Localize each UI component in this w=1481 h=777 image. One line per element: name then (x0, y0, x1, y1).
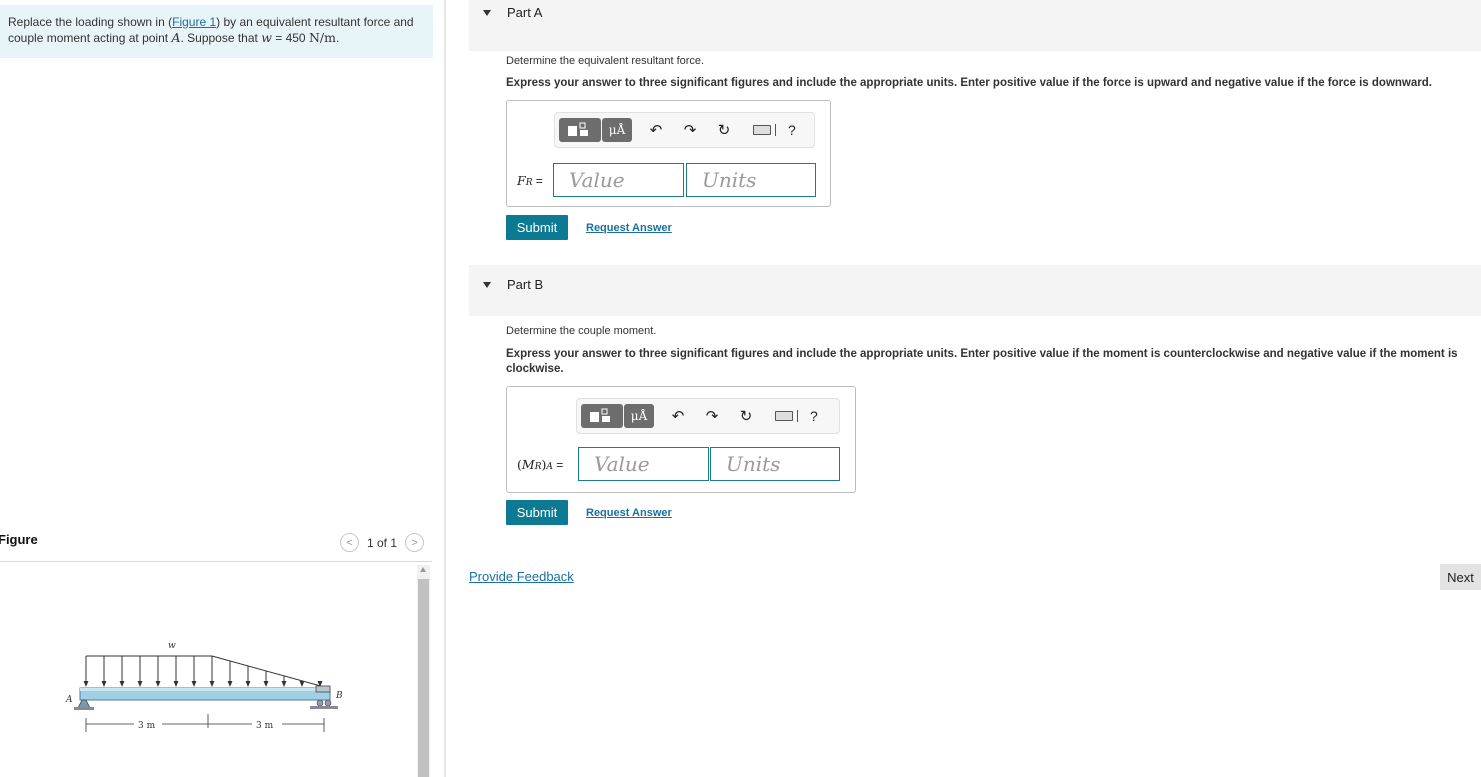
next-figure-button[interactable]: > (405, 533, 425, 552)
part-a-answer-box: μÅ ↶ ↷ ↻ ? FR = Value Units (506, 100, 831, 207)
dim-label-2: 3 m (256, 721, 274, 731)
undo-icon[interactable]: ↶ (661, 407, 695, 425)
part-b-answer-box: μÅ ↶ ↷ ↻ ? (MR)A = Value Units (506, 386, 856, 493)
reset-icon[interactable]: ↻ (707, 121, 741, 139)
beam-figure: w A B 3 m 3 m (65, 641, 343, 732)
scroll-up-arrow-icon[interactable] (420, 567, 426, 572)
units-button[interactable]: μÅ (602, 118, 632, 142)
load-arrow-head (299, 681, 305, 687)
w-symbol: w (261, 30, 272, 45)
load-arrow-head (137, 681, 143, 687)
label-a: A (65, 695, 73, 705)
label-b: B (335, 691, 343, 701)
template-icon (590, 408, 610, 422)
load-arrow-head (227, 681, 233, 687)
part-b-header[interactable]: Part B (469, 265, 1481, 316)
undo-icon[interactable]: ↶ (639, 121, 673, 139)
part-b-field-label: (MR)A = (517, 457, 563, 472)
load-arrow-head (263, 681, 269, 687)
part-a-instruction: Express your answer to three significant… (506, 77, 1432, 89)
roller-support-b (315, 685, 331, 693)
load-arrow-head (245, 681, 251, 687)
panel-divider (444, 0, 446, 777)
prev-figure-button[interactable]: < (340, 533, 359, 552)
collapse-triangle-icon[interactable] (483, 282, 491, 288)
part-a-units-input[interactable]: Units (686, 163, 816, 197)
collapse-triangle-icon[interactable] (483, 10, 491, 16)
figure-title: Figure (0, 532, 38, 547)
part-b-request-answer-link[interactable]: Request Answer (586, 507, 672, 519)
part-a-header[interactable]: Part A (469, 0, 1481, 51)
equals-sign: = (552, 458, 564, 472)
part-a-title: Part A (507, 5, 543, 20)
load-arrow-head (281, 681, 287, 687)
scrollbar-thumb[interactable] (418, 579, 429, 777)
part-a-question: Determine the equivalent resultant force… (506, 55, 705, 67)
m-symbol: M (521, 457, 535, 472)
load-arrow-head (119, 681, 125, 687)
units-button[interactable]: μÅ (624, 404, 654, 428)
left-panel: Replace the loading shown in (Figure 1) … (0, 0, 446, 777)
load-arrow-head (83, 681, 89, 687)
template-button[interactable] (559, 118, 601, 142)
part-a-submit-button[interactable]: Submit (506, 215, 568, 240)
help-icon[interactable]: ? (788, 122, 796, 138)
figure-scrollbar[interactable] (417, 565, 430, 777)
load-arrow-head (155, 681, 161, 687)
figure-link[interactable]: Figure 1 (172, 15, 216, 29)
part-a-value-input[interactable]: Value (553, 163, 684, 197)
template-icon (568, 122, 588, 136)
reset-icon[interactable]: ↻ (729, 407, 763, 425)
redo-icon[interactable]: ↷ (673, 121, 707, 139)
part-a-request-answer-link[interactable]: Request Answer (586, 222, 672, 234)
problem-end: . (335, 31, 340, 45)
problem-statement: Replace the loading shown in (Figure 1) … (0, 5, 433, 58)
help-icon[interactable]: ? (810, 408, 818, 424)
figure-divider (0, 561, 432, 562)
problem-text-3: . Suppose that (180, 31, 262, 45)
part-a-toolbar: μÅ ↶ ↷ ↻ ? (554, 112, 815, 148)
problem-unit: N/m (308, 30, 336, 45)
distributed-load-arrows (83, 656, 323, 687)
part-b-instruction: Express your answer to three significant… (506, 348, 1458, 375)
part-a-field-label: FR = (517, 173, 543, 188)
part-b-title: Part B (507, 277, 544, 292)
load-arrow-head (191, 681, 197, 687)
roller-wheel-2 (324, 699, 332, 707)
pin-support-a (77, 699, 91, 709)
keyboard-icon[interactable] (753, 125, 771, 135)
roller-wheel-1 (316, 699, 324, 707)
beam-highlight (80, 688, 330, 691)
ground-b (310, 706, 338, 709)
load-arrow-head (101, 681, 107, 687)
template-button[interactable] (581, 404, 623, 428)
figure-page-indicator: 1 of 1 (367, 535, 398, 550)
keyboard-icon[interactable] (775, 411, 793, 421)
part-b-value-input[interactable]: Value (578, 447, 709, 481)
figure-pager: < 1 of 1 > (340, 533, 425, 552)
provide-feedback-link[interactable]: Provide Feedback (469, 569, 574, 584)
dim-label-1: 3 m (138, 721, 156, 731)
problem-text-1: Replace the loading shown in ( (8, 15, 173, 29)
load-arrow-head (209, 681, 215, 687)
part-b-toolbar: μÅ ↶ ↷ ↻ ? (576, 398, 840, 434)
equals-sign: = (532, 174, 543, 188)
part-b-submit-button[interactable]: Submit (506, 500, 568, 525)
f-symbol: F (517, 173, 526, 188)
next-button[interactable]: Next (1440, 564, 1481, 590)
part-b-units-input[interactable]: Units (710, 447, 840, 481)
toolbar-separator (775, 124, 776, 136)
problem-value: = 450 (271, 31, 309, 45)
redo-icon[interactable]: ↷ (695, 407, 729, 425)
part-b-question: Determine the couple moment. (506, 325, 657, 337)
toolbar-separator (797, 410, 798, 422)
ground-a (74, 707, 94, 710)
label-w: w (168, 641, 176, 651)
load-arrow-head (173, 681, 179, 687)
